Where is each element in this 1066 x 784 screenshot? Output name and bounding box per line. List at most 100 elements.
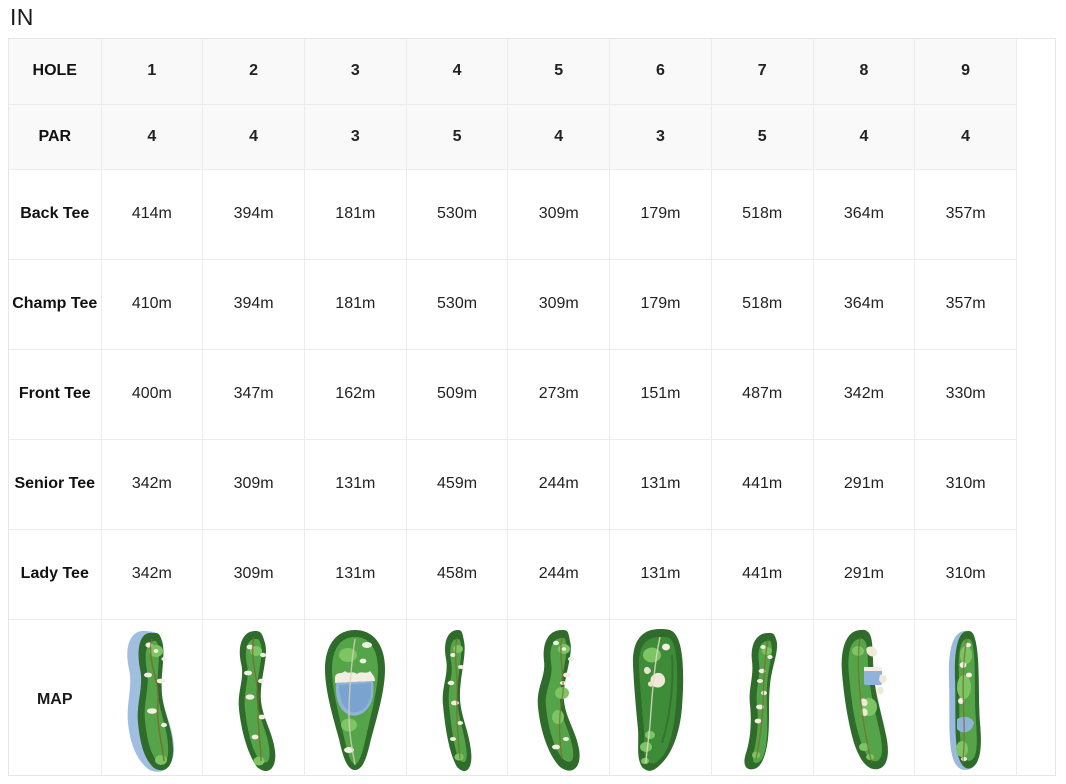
hole-number-4: 4 (406, 39, 509, 105)
scorecard-table-container: HOLE 1 2 3 4 5 6 7 8 9 PAR 4 4 3 5 4 3 5… (8, 38, 1056, 776)
front-tee-distance-7: 487m (711, 349, 814, 440)
scorecard-table: HOLE 1 2 3 4 5 6 7 8 9 PAR 4 4 3 5 4 3 5… (9, 39, 1017, 775)
champ-tee-distance-3: 181m (304, 259, 407, 350)
hole-number-8: 8 (813, 39, 916, 105)
back-tee-distance-1: 414m (101, 169, 204, 260)
senior-tee-distance-9: 310m (914, 439, 1017, 530)
map-cell-8[interactable] (813, 619, 916, 775)
back-tee-distance-7: 518m (711, 169, 814, 260)
hole-number-1: 1 (101, 39, 204, 105)
champ-tee-distance-8: 364m (813, 259, 916, 350)
lady-tee-distance-4: 458m (406, 529, 509, 620)
front-tee-distance-3: 162m (304, 349, 407, 440)
senior-tee-distance-4: 459m (406, 439, 509, 530)
front-tee-distance-8: 342m (813, 349, 916, 440)
par-value-3: 3 (304, 104, 407, 170)
map-cell-3[interactable] (304, 619, 407, 775)
hole-map-icon-9 (917, 621, 1014, 775)
hole-map-icon-7 (714, 621, 811, 775)
table-row-lady-tee: Lady Tee 342m 309m 131m 458m 244m 131m 4… (9, 529, 1017, 620)
champ-tee-distance-4: 530m (406, 259, 509, 350)
front-tee-distance-2: 347m (202, 349, 305, 440)
hole-number-6: 6 (609, 39, 712, 105)
back-tee-distance-8: 364m (813, 169, 916, 260)
champ-tee-distance-9: 357m (914, 259, 1017, 350)
lady-tee-distance-2: 309m (202, 529, 305, 620)
map-cell-6[interactable] (609, 619, 712, 775)
back-tee-distance-4: 530m (406, 169, 509, 260)
back-tee-distance-2: 394m (202, 169, 305, 260)
map-cell-2[interactable] (202, 619, 305, 775)
par-value-7: 5 (711, 104, 814, 170)
champ-tee-distance-2: 394m (202, 259, 305, 350)
hole-map-icon-4 (409, 621, 506, 775)
par-value-2: 4 (202, 104, 305, 170)
champ-tee-distance-1: 410m (101, 259, 204, 350)
hole-number-7: 7 (711, 39, 814, 105)
champ-tee-distance-7: 518m (711, 259, 814, 350)
map-cell-4[interactable] (406, 619, 509, 775)
senior-tee-distance-1: 342m (101, 439, 204, 530)
row-label-front-tee: Front Tee (9, 349, 102, 440)
front-tee-distance-4: 509m (406, 349, 509, 440)
row-label-back-tee: Back Tee (9, 169, 102, 260)
map-cell-9[interactable] (914, 619, 1017, 775)
page-title: IN (10, 4, 34, 30)
hole-map-icon-1 (104, 621, 201, 775)
row-label-champ-tee: Champ Tee (9, 259, 102, 350)
par-value-6: 3 (609, 104, 712, 170)
row-label-par: PAR (9, 104, 102, 170)
front-tee-distance-6: 151m (609, 349, 712, 440)
senior-tee-distance-6: 131m (609, 439, 712, 530)
scorecard-page: IN HOLE 1 2 3 4 5 6 7 8 9 PAR 4 4 3 5 4 … (0, 0, 1066, 784)
back-tee-distance-9: 357m (914, 169, 1017, 260)
map-cell-7[interactable] (711, 619, 814, 775)
table-row-front-tee: Front Tee 400m 347m 162m 509m 273m 151m … (9, 349, 1017, 440)
hole-number-2: 2 (202, 39, 305, 105)
table-row-par: PAR 4 4 3 5 4 3 5 4 4 (9, 104, 1017, 170)
senior-tee-distance-7: 441m (711, 439, 814, 530)
lady-tee-distance-3: 131m (304, 529, 407, 620)
front-tee-distance-5: 273m (507, 349, 611, 440)
lady-tee-distance-7: 441m (711, 529, 814, 620)
hole-map-icon-2 (205, 621, 302, 775)
table-row-back-tee: Back Tee 414m 394m 181m 530m 309m 179m 5… (9, 169, 1017, 260)
table-row-senior-tee: Senior Tee 342m 309m 131m 459m 244m 131m… (9, 439, 1017, 530)
hole-number-5: 5 (507, 39, 611, 105)
senior-tee-distance-3: 131m (304, 439, 407, 530)
senior-tee-distance-8: 291m (813, 439, 916, 530)
par-value-5: 4 (507, 104, 611, 170)
par-value-1: 4 (101, 104, 204, 170)
front-tee-distance-1: 400m (101, 349, 204, 440)
lady-tee-distance-5: 244m (507, 529, 611, 620)
table-row-hole: HOLE 1 2 3 4 5 6 7 8 9 (9, 39, 1017, 105)
front-tee-distance-9: 330m (914, 349, 1017, 440)
lady-tee-distance-9: 310m (914, 529, 1017, 620)
hole-number-3: 3 (304, 39, 407, 105)
hole-map-icon-3 (307, 621, 404, 775)
hole-map-icon-8 (816, 621, 913, 775)
map-cell-5[interactable] (507, 619, 611, 775)
row-label-hole: HOLE (9, 39, 102, 105)
champ-tee-distance-6: 179m (609, 259, 712, 350)
row-label-senior-tee: Senior Tee (9, 439, 102, 530)
champ-tee-distance-5: 309m (507, 259, 611, 350)
hole-number-9: 9 (914, 39, 1017, 105)
back-tee-distance-5: 309m (507, 169, 611, 260)
table-row-champ-tee: Champ Tee 410m 394m 181m 530m 309m 179m … (9, 259, 1017, 350)
hole-map-icon-5 (510, 621, 607, 775)
table-row-map: MAP (9, 619, 1017, 775)
senior-tee-distance-2: 309m (202, 439, 305, 530)
hole-map-icon-6 (612, 621, 709, 775)
par-value-8: 4 (813, 104, 916, 170)
back-tee-distance-6: 179m (609, 169, 712, 260)
lady-tee-distance-1: 342m (101, 529, 204, 620)
par-value-4: 5 (406, 104, 509, 170)
row-label-map: MAP (9, 619, 102, 775)
back-tee-distance-3: 181m (304, 169, 407, 260)
map-cell-1[interactable] (101, 619, 204, 775)
row-label-lady-tee: Lady Tee (9, 529, 102, 620)
lady-tee-distance-6: 131m (609, 529, 712, 620)
senior-tee-distance-5: 244m (507, 439, 611, 530)
lady-tee-distance-8: 291m (813, 529, 916, 620)
